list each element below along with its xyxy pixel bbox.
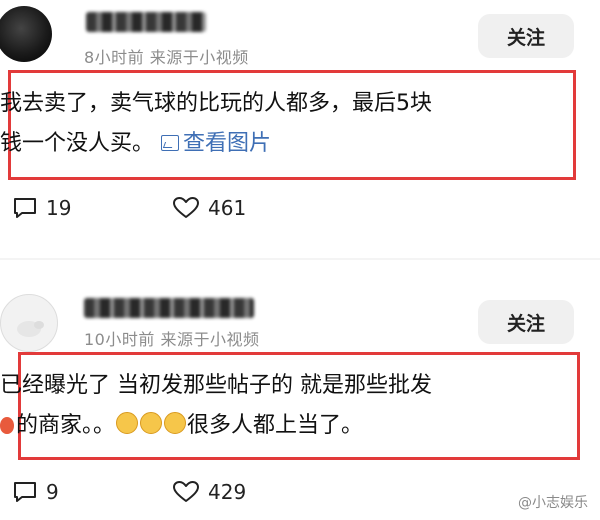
content-line-2-text: 钱一个没人买。 xyxy=(0,131,155,156)
heart-icon xyxy=(173,197,199,218)
comment-icon xyxy=(14,482,36,502)
comment-count: 19 xyxy=(46,196,72,220)
like-button[interactable]: 429 xyxy=(172,480,246,504)
follow-button[interactable]: 关注 xyxy=(478,14,574,58)
post-card-2: 10小时前 来源于小视频 关注 已经曝光了 当初发那些帖子的 就是那些批发 的商… xyxy=(0,280,600,520)
like-button[interactable]: 461 xyxy=(172,196,246,220)
content-line-2: 钱一个没人买。 查看图片 xyxy=(0,124,580,164)
user-avatar[interactable] xyxy=(0,6,52,62)
heart-icon xyxy=(173,481,199,502)
post-meta: 8小时前 来源于小视频 xyxy=(84,48,249,67)
username-blurred[interactable] xyxy=(86,12,206,32)
post-content: 已经曝光了 当初发那些帖子的 就是那些批发 的商家。。 很多人都上当了。 xyxy=(0,366,580,446)
view-image-link[interactable]: 查看图片 xyxy=(161,131,271,156)
comment-count: 9 xyxy=(46,480,59,504)
balloon-icon xyxy=(0,417,14,434)
view-image-label: 查看图片 xyxy=(183,131,272,156)
watermark: @小志娱乐 xyxy=(518,495,588,511)
content-line-1: 我去卖了，卖气球的比玩的人都多，最后5块 xyxy=(0,91,432,116)
laughing-emoji-icon xyxy=(140,412,163,434)
user-avatar[interactable] xyxy=(0,294,58,352)
content-line-2a: 的商家。。 xyxy=(16,413,116,438)
post-content: 我去卖了，卖气球的比玩的人都多，最后5块 钱一个没人买。 查看图片 xyxy=(0,84,580,164)
username-blurred[interactable] xyxy=(84,298,254,318)
laughing-emoji-icon xyxy=(116,412,139,434)
comment-icon xyxy=(14,198,36,218)
content-line-2: 的商家。。 很多人都上当了。 xyxy=(0,406,580,446)
laughing-emoji-icon xyxy=(164,412,187,434)
content-line-2b: 很多人都上当了。 xyxy=(187,413,364,438)
like-count: 461 xyxy=(208,196,247,220)
post-meta: 10小时前 来源于小视频 xyxy=(84,330,260,349)
image-icon xyxy=(161,135,180,151)
content-line-1: 已经曝光了 当初发那些帖子的 就是那些批发 xyxy=(0,373,432,398)
post-divider xyxy=(0,258,600,260)
avatar-image xyxy=(17,321,44,337)
comment-button[interactable]: 9 xyxy=(12,480,59,504)
comment-button[interactable]: 19 xyxy=(12,196,71,220)
like-count: 429 xyxy=(208,480,247,504)
post-card-1: 8小时前 来源于小视频 关注 我去卖了，卖气球的比玩的人都多，最后5块 钱一个没… xyxy=(0,0,600,250)
follow-button[interactable]: 关注 xyxy=(478,300,574,344)
